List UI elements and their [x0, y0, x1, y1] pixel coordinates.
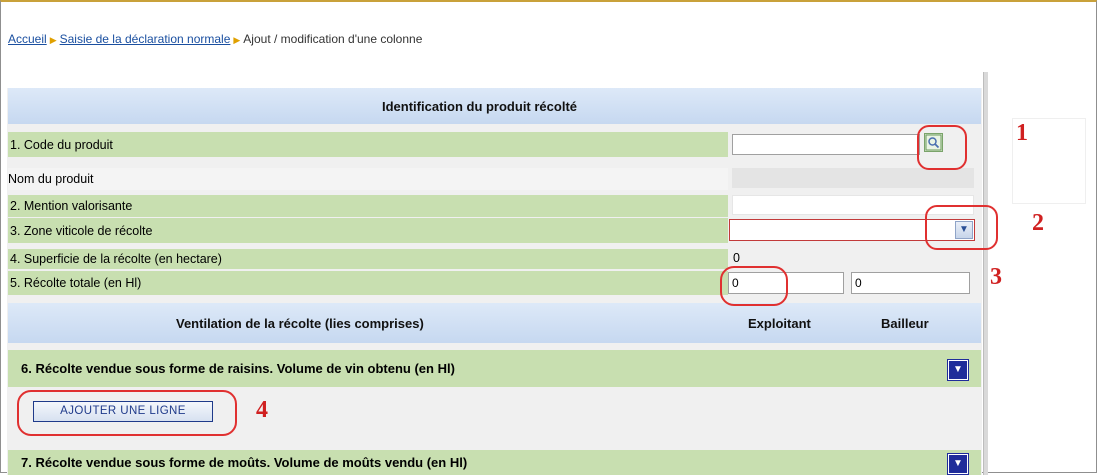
- row-mention: 2. Mention valorisante: [8, 195, 728, 217]
- total-harvest-bailleur-input[interactable]: 0: [851, 272, 970, 294]
- section6-label: 6. Récolte vendue sous forme de raisins.…: [21, 361, 455, 376]
- row-wine-zone: 3. Zone viticole de récolte: [8, 218, 728, 243]
- section7-label: 7. Récolte vendue sous forme de moûts. V…: [21, 455, 468, 470]
- surface-value: 0: [733, 251, 740, 265]
- identification-header: Identification du produit récolté: [8, 88, 981, 124]
- section7-header: 7. Récolte vendue sous forme de moûts. V…: [8, 450, 981, 475]
- total-harvest-label: 5. Récolte totale (en Hl): [10, 276, 142, 290]
- row-product-code: 1. Code du produit: [8, 132, 728, 157]
- exploitant-column-label: Exploitant: [748, 315, 811, 331]
- product-code-label: 1. Code du produit: [10, 137, 113, 152]
- wine-zone-value: [730, 221, 733, 235]
- breadcrumb-declaration-link[interactable]: Saisie de la déclaration normale: [60, 32, 231, 46]
- ventilation-header: Ventilation de la récolte (lies comprise…: [8, 303, 981, 343]
- product-name-field: [732, 168, 974, 188]
- surface-label: 4. Superficie de la récolte (en hectare): [10, 252, 222, 266]
- identification-title: Identification du produit récolté: [382, 98, 577, 114]
- row-surface: 4. Superficie de la récolte (en hectare): [8, 249, 728, 269]
- section6-header: 6. Récolte vendue sous forme de raisins.…: [8, 350, 981, 387]
- bailleur-column-label: Bailleur: [881, 315, 929, 331]
- callout-dropdown: [925, 205, 998, 250]
- panel-divider: [983, 72, 988, 475]
- callout-search: [917, 125, 967, 170]
- wine-zone-label: 3. Zone viticole de récolte: [10, 223, 153, 238]
- breadcrumb-home-link[interactable]: Accueil: [8, 32, 47, 46]
- callout-number-2: 2: [1032, 210, 1044, 236]
- callout-add-line: [17, 390, 237, 436]
- product-name-label: Nom du produit: [8, 172, 94, 186]
- product-code-input[interactable]: [732, 134, 920, 155]
- breadcrumb-separator-icon: ▶: [49, 35, 57, 45]
- ventilation-title: Ventilation de la récolte (lies comprise…: [176, 315, 424, 331]
- mention-label: 2. Mention valorisante: [10, 199, 133, 213]
- callout-number-4: 4: [256, 397, 268, 423]
- section7-toggle-icon[interactable]: ▼: [947, 453, 969, 475]
- breadcrumb-separator-icon: ▶: [233, 35, 241, 45]
- breadcrumb: Accueil ▶ Saisie de la déclaration normale…: [8, 32, 422, 46]
- row-total-harvest: 5. Récolte totale (en Hl): [8, 271, 728, 295]
- section6-toggle-icon[interactable]: ▼: [947, 359, 969, 381]
- breadcrumb-current: Ajout / modification d'une colonne: [243, 32, 423, 46]
- callout-number-3: 3: [990, 264, 1002, 290]
- callout-harvest: [720, 266, 788, 306]
- callout-number-1: 1: [1016, 120, 1028, 146]
- row-product-name: Nom du produit: [8, 168, 728, 190]
